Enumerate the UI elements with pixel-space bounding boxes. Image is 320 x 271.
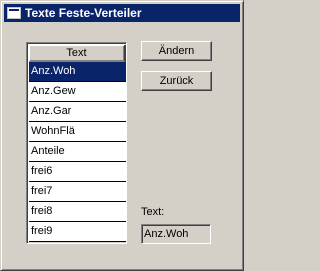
window-icon[interactable] bbox=[7, 7, 21, 19]
list-item[interactable]: frei8 bbox=[29, 202, 126, 222]
text-value-field[interactable]: Anz.Woh bbox=[141, 224, 211, 244]
back-button[interactable]: Zurück bbox=[141, 71, 212, 91]
list-item[interactable]: Anz.Gew bbox=[29, 82, 126, 102]
list-item[interactable]: frei9 bbox=[29, 222, 126, 242]
change-button[interactable]: Ändern bbox=[141, 41, 212, 61]
dialog-window: Texte Feste-Verteiler Text Anz.Woh Anz.G… bbox=[0, 0, 244, 271]
list-rows: Anz.Woh Anz.Gew Anz.Gar WohnFlä Anteile … bbox=[29, 62, 126, 242]
window-title: Texte Feste-Verteiler bbox=[25, 6, 142, 20]
list-item[interactable]: Anz.Gar bbox=[29, 102, 126, 122]
text-label: Text: bbox=[141, 206, 165, 218]
list-item[interactable]: Anz.Woh bbox=[29, 62, 126, 82]
text-listbox[interactable]: Text Anz.Woh Anz.Gew Anz.Gar WohnFlä Ant… bbox=[26, 42, 127, 244]
title-bar[interactable]: Texte Feste-Verteiler bbox=[4, 4, 240, 22]
list-item[interactable]: WohnFlä bbox=[29, 122, 126, 142]
list-item[interactable]: frei6 bbox=[29, 162, 126, 182]
list-item[interactable]: frei7 bbox=[29, 182, 126, 202]
column-header-text[interactable]: Text bbox=[29, 45, 126, 62]
list-item[interactable]: Anteile bbox=[29, 142, 126, 162]
